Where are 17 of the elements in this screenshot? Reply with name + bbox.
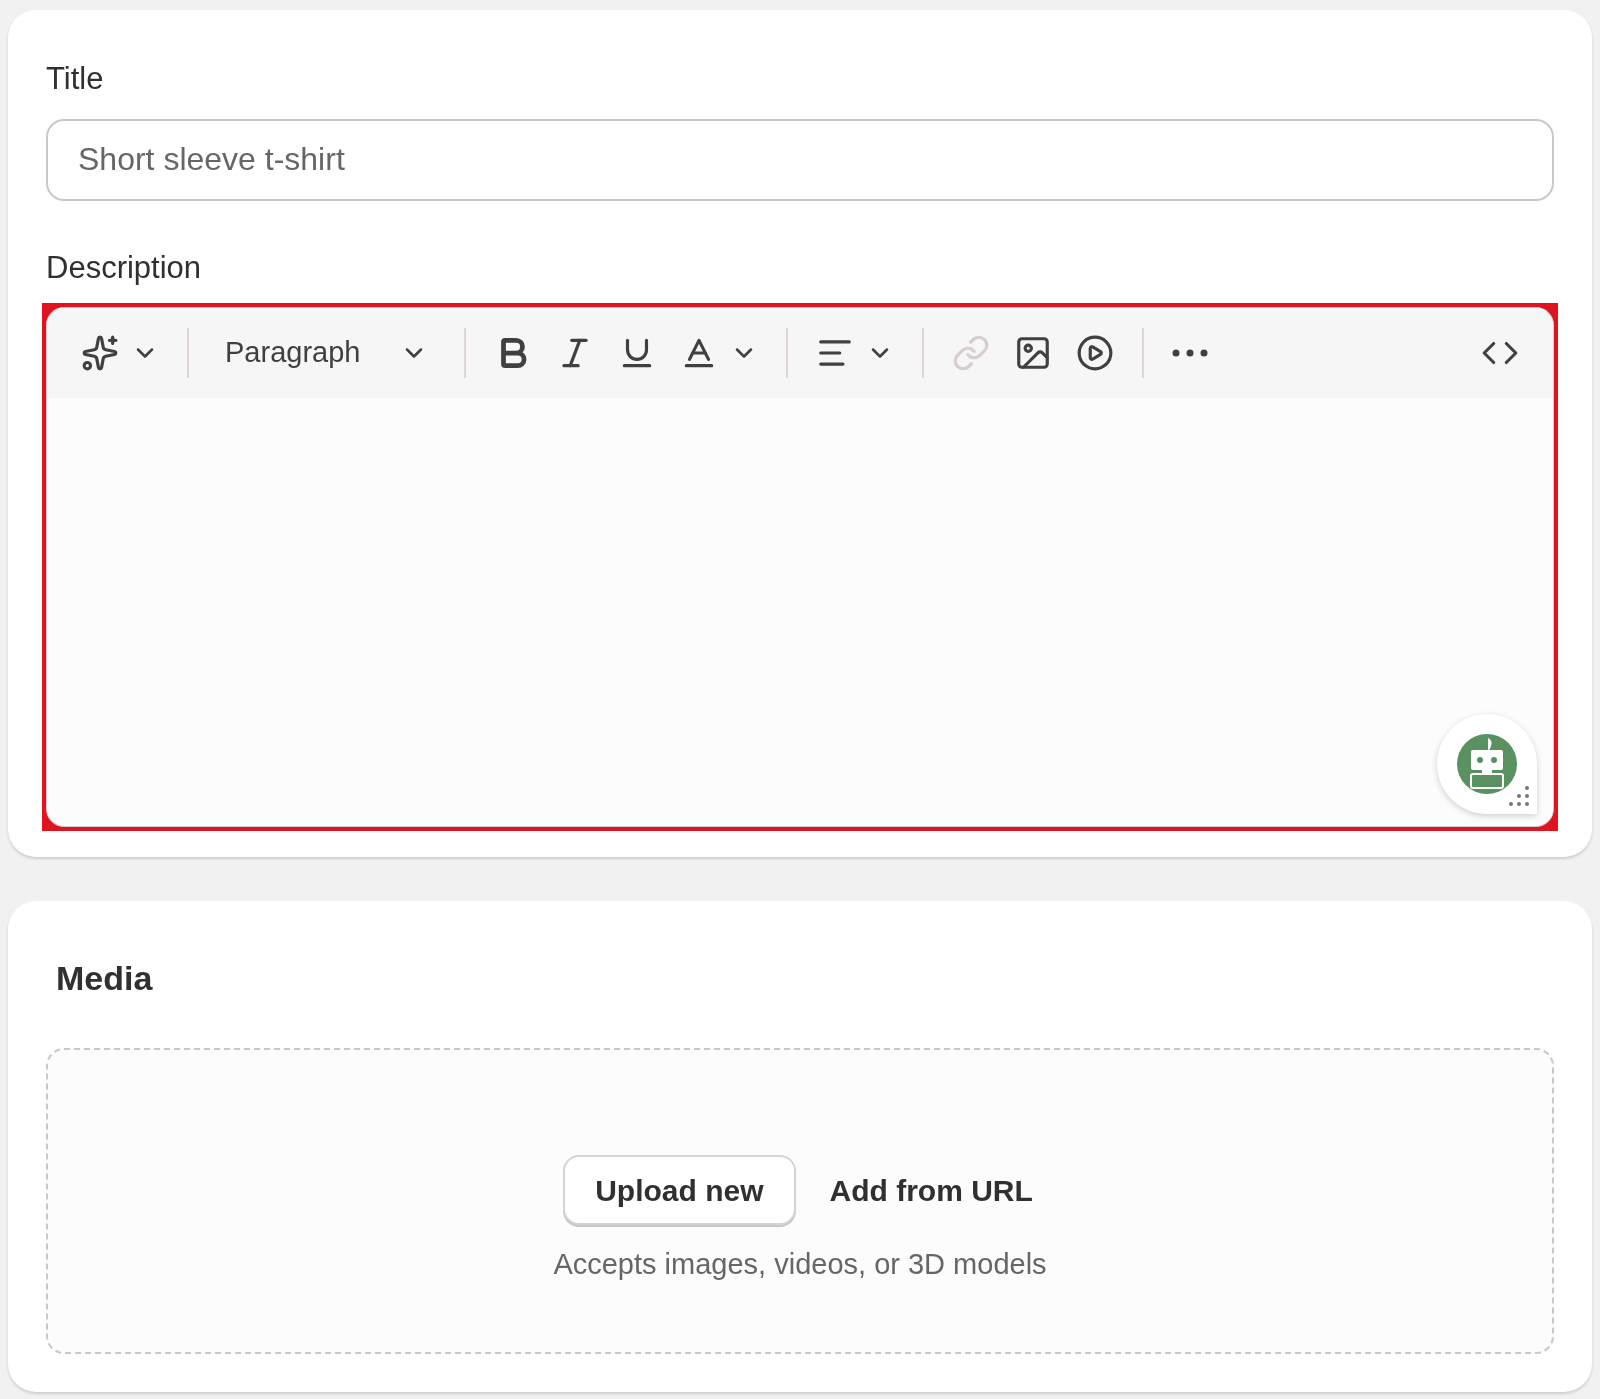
robot-icon: [1455, 732, 1519, 796]
section-heading: Media: [56, 958, 154, 999]
field-label: Title: [46, 60, 105, 98]
rich-text-editor[interactable]: Paragraph: [46, 307, 1554, 827]
format-dropdown[interactable]: Paragraph: [205, 325, 449, 381]
resize-grip-icon: [1507, 784, 1531, 808]
field-label: Description: [46, 248, 203, 287]
assistant-widget[interactable]: [1437, 714, 1537, 814]
media-dropzone[interactable]: Upload new Add from URL Accepts images, videos, or 3D models: [46, 1048, 1554, 1354]
link-icon: [952, 334, 991, 372]
sparkle-icon: [81, 334, 119, 372]
more-icon: [1172, 349, 1209, 357]
upload-button[interactable]: Upload new: [563, 1155, 796, 1226]
play-circle-icon: [1076, 334, 1115, 372]
url-link-button[interactable]: Add from URL: [825, 1155, 1037, 1226]
upload-hint: Accepts images, videos, or 3D models: [553, 1247, 1047, 1283]
title-field[interactable]: Short sleeve t-shirt: [46, 118, 1554, 201]
